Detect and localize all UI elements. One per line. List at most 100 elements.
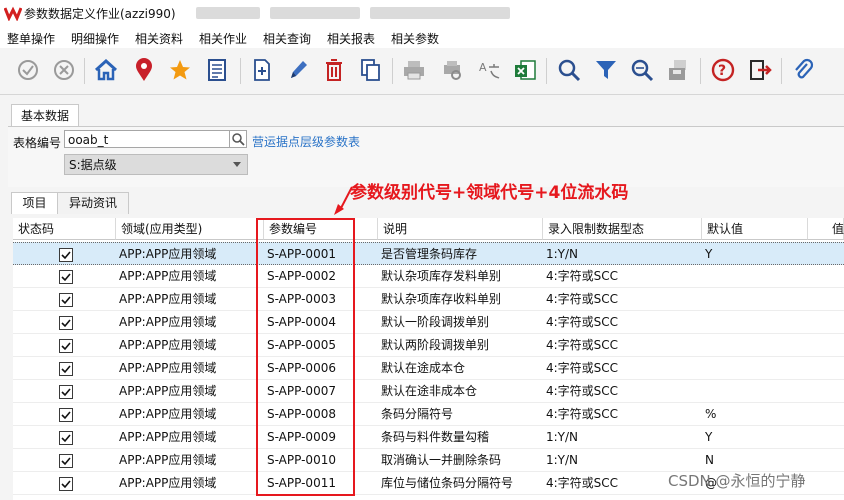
table-row[interactable]: APP:APP应用领域 S-APP-0009 条码与料件数量勾稽 1:Y/N Y xyxy=(13,426,844,449)
table-row[interactable]: APP:APP应用领域 S-APP-0010 取消确认一并删除条码 1:Y/N N xyxy=(13,449,844,472)
cell-type: 4:字符或SCC xyxy=(546,292,619,306)
cell-domain: APP:APP应用领域 xyxy=(119,338,217,352)
cell-type: 4:字符或SCC xyxy=(546,384,619,398)
menu-item[interactable]: 整单操作 xyxy=(7,30,55,47)
column-header-value[interactable]: 值 xyxy=(808,218,844,240)
table-row[interactable]: APP:APP应用领域 S-APP-0005 默认两阶段调拨单别 4:字符或SCC xyxy=(13,334,844,357)
translate-icon[interactable]: A xyxy=(475,56,503,84)
cell-default: N xyxy=(705,453,714,467)
column-header-default[interactable]: 默认值 xyxy=(702,218,808,240)
status-checkbox[interactable] xyxy=(59,248,73,262)
cell-default: % xyxy=(705,407,717,421)
cell-type: 4:字符或SCC xyxy=(546,269,619,283)
cancel-icon[interactable] xyxy=(50,56,78,84)
status-checkbox[interactable] xyxy=(59,431,73,445)
cell-desc: 条码与料件数量勾稽 xyxy=(381,430,490,444)
print-preview-icon[interactable] xyxy=(438,56,466,84)
new-icon[interactable] xyxy=(248,56,276,84)
cell-domain: APP:APP应用领域 xyxy=(119,292,217,306)
cell-domain: APP:APP应用领域 xyxy=(119,476,217,490)
redacted-area xyxy=(270,7,360,19)
window-title: 参数数据定义作业(azzi990) xyxy=(24,7,176,21)
menu-bar: 整单操作 明细操作 相关资料 相关作业 相关查询 相关报表 相关参数 xyxy=(0,26,844,48)
tab-basic-data[interactable]: 基本数据 xyxy=(11,104,79,127)
cell-domain: APP:APP应用领域 xyxy=(119,384,217,398)
status-checkbox[interactable] xyxy=(59,477,73,491)
advanced-search-icon[interactable] xyxy=(628,56,656,84)
cell-type: 4:字符或SCC xyxy=(546,315,619,329)
status-checkbox[interactable] xyxy=(59,316,73,330)
cell-desc: 取消确认一并删除条码 xyxy=(381,453,502,467)
toolbar-separator xyxy=(240,58,241,84)
column-header-status[interactable]: 状态码 xyxy=(13,218,116,240)
table-code-input[interactable]: ooab_t xyxy=(64,130,230,148)
star-icon[interactable] xyxy=(166,56,194,84)
filter-icon[interactable] xyxy=(592,56,620,84)
column-header-domain[interactable]: 领域(应用类型) xyxy=(116,218,264,240)
menu-item[interactable]: 相关报表 xyxy=(327,30,375,47)
status-checkbox[interactable] xyxy=(59,362,73,376)
menu-item[interactable]: 相关参数 xyxy=(391,30,439,47)
tab-items[interactable]: 项目 xyxy=(11,192,58,214)
cell-desc: 默认在途成本仓 xyxy=(381,361,466,375)
cell-type: 1:Y/N xyxy=(546,453,579,467)
copy-icon[interactable] xyxy=(356,56,384,84)
status-checkbox[interactable] xyxy=(59,339,73,353)
table-row[interactable]: APP:APP应用领域 S-APP-0008 条码分隔符号 4:字符或SCC% xyxy=(13,403,844,426)
cell-domain: APP:APP应用领域 xyxy=(119,361,217,375)
cell-desc: 默认杂项库存收料单别 xyxy=(381,292,502,306)
exit-icon[interactable] xyxy=(747,56,775,84)
toolbar-separator xyxy=(700,58,701,84)
cell-type: 1:Y/N xyxy=(546,247,579,261)
menu-item[interactable]: 相关资料 xyxy=(135,30,183,47)
menu-item[interactable]: 相关查询 xyxy=(263,30,311,47)
cell-type: 4:字符或SCC xyxy=(546,361,619,375)
cell-type: 4:字符或SCC xyxy=(546,476,619,490)
home-icon[interactable] xyxy=(92,56,120,84)
print-icon[interactable] xyxy=(400,56,428,84)
chevron-down-icon[interactable] xyxy=(233,162,241,167)
cell-domain: APP:APP应用领域 xyxy=(119,269,217,283)
attachment-icon[interactable] xyxy=(789,56,817,84)
edit-icon[interactable] xyxy=(284,56,312,84)
confirm-icon[interactable] xyxy=(14,56,42,84)
toolbar-separator xyxy=(546,58,547,84)
menu-item[interactable]: 明细操作 xyxy=(71,30,119,47)
delete-icon[interactable] xyxy=(320,56,348,84)
cell-default: Y xyxy=(705,430,713,444)
svg-text:?: ? xyxy=(718,63,726,79)
redacted-area xyxy=(196,7,260,19)
cell-desc: 条码分隔符号 xyxy=(381,407,454,421)
list-doc-icon[interactable] xyxy=(203,56,231,84)
status-checkbox[interactable] xyxy=(59,385,73,399)
level-select[interactable]: S:据点级 xyxy=(64,154,248,175)
cell-desc: 默认一阶段调拨单别 xyxy=(381,315,490,329)
cell-type: 4:字符或SCC xyxy=(546,407,619,421)
status-checkbox[interactable] xyxy=(59,408,73,422)
save-query-icon[interactable] xyxy=(664,56,692,84)
table-row[interactable]: APP:APP应用领域 S-APP-0001 是否管理条码库存 1:Y/N Y xyxy=(13,242,844,265)
menu-item[interactable]: 相关作业 xyxy=(199,30,247,47)
param-code-highlight-box xyxy=(256,218,355,496)
tab-change-info[interactable]: 异动资讯 xyxy=(57,192,129,214)
toolbar: A ? xyxy=(0,48,844,95)
cell-domain: APP:APP应用领域 xyxy=(119,430,217,444)
search-icon[interactable] xyxy=(555,56,583,84)
column-header-description[interactable]: 说明 xyxy=(378,218,543,240)
table-row[interactable]: APP:APP应用领域 S-APP-0004 默认一阶段调拨单别 4:字符或SCC xyxy=(13,311,844,334)
lookup-search-icon[interactable] xyxy=(229,130,247,148)
location-pin-icon[interactable] xyxy=(130,56,158,84)
status-checkbox[interactable] xyxy=(59,293,73,307)
table-row[interactable]: APP:APP应用领域 S-APP-0003 默认杂项库存收料单别 4:字符或SCC xyxy=(13,288,844,311)
cell-default: Y xyxy=(705,247,713,261)
help-icon[interactable]: ? xyxy=(709,56,737,84)
toolbar-separator xyxy=(84,58,85,84)
excel-export-icon[interactable] xyxy=(511,56,539,84)
table-row[interactable]: APP:APP应用领域 S-APP-0002 默认杂项库存发料单别 4:字符或SCC xyxy=(13,265,844,288)
table-row[interactable]: APP:APP应用领域 S-APP-0006 默认在途成本仓 4:字符或SCC xyxy=(13,357,844,380)
cell-desc: 默认两阶段调拨单别 xyxy=(381,338,490,352)
column-header-data-type[interactable]: 录入限制数据型态 xyxy=(543,218,702,240)
table-row[interactable]: APP:APP应用领域 S-APP-0007 默认在途非成本仓 4:字符或SCC xyxy=(13,380,844,403)
status-checkbox[interactable] xyxy=(59,454,73,468)
status-checkbox[interactable] xyxy=(59,270,73,284)
